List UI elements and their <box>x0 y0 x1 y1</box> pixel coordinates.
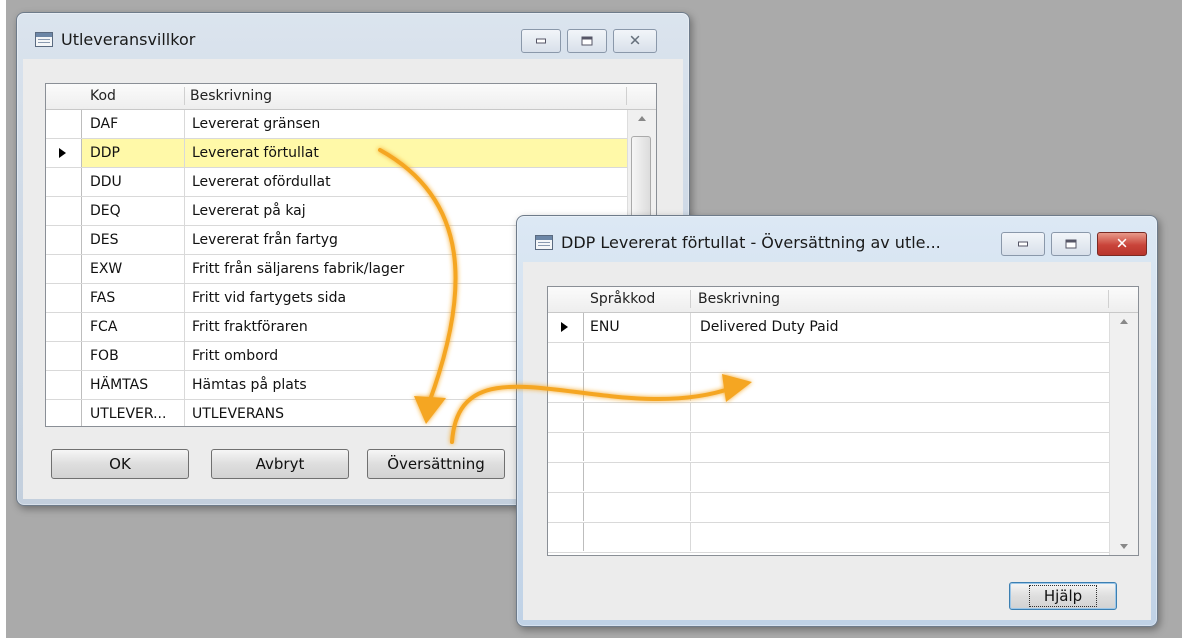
cell-code: DES <box>90 232 119 248</box>
column-header-description[interactable]: Beskrivning <box>698 291 780 307</box>
table-icon <box>535 235 553 250</box>
table-row[interactable] <box>548 403 1109 433</box>
table-row[interactable]: DDP Levererat förtullat <box>46 139 627 168</box>
ok-button[interactable]: OK <box>51 449 189 479</box>
vertical-scrollbar[interactable] <box>1109 313 1138 555</box>
table-icon <box>35 32 53 47</box>
cell-description: Fritt ombord <box>192 348 279 364</box>
window-title: Utleveransvillkor <box>61 30 196 49</box>
cell-code: DDP <box>90 145 121 161</box>
cell-code: UTLEVER... <box>90 406 167 422</box>
cell-code: FCA <box>90 319 118 335</box>
row-selector[interactable] <box>46 255 82 283</box>
cell-code: EXW <box>90 261 123 277</box>
cell-description: Levererat förtullat <box>192 145 319 161</box>
column-header-code[interactable]: Kod <box>90 88 116 104</box>
row-selector[interactable] <box>46 168 82 196</box>
close-icon: ✕ <box>628 31 642 50</box>
minimize-button[interactable] <box>521 29 561 53</box>
maximize-button[interactable] <box>1051 232 1091 256</box>
row-selector[interactable] <box>46 284 82 312</box>
cell-description: Fritt från säljarens fabrik/lager <box>192 261 405 277</box>
title-bar[interactable]: Utleveransvillkor ✕ <box>25 23 681 59</box>
row-selector[interactable] <box>46 400 82 426</box>
row-selector[interactable] <box>548 493 584 521</box>
title-bar[interactable]: DDP Levererat förtullat - Översättning a… <box>525 226 1149 262</box>
cell-description: Delivered Duty Paid <box>700 319 839 335</box>
row-selector[interactable] <box>548 523 584 551</box>
cell-code: DAF <box>90 116 119 132</box>
column-header-description[interactable]: Beskrivning <box>190 88 272 104</box>
minimize-icon <box>536 38 546 44</box>
cell-description: Hämtas på plats <box>192 377 307 393</box>
cell-description: UTLEVERANS <box>192 406 284 422</box>
table-row[interactable] <box>548 373 1109 403</box>
table-row[interactable]: DAF Levererat gränsen <box>46 110 627 139</box>
cell-description: Fritt fraktföraren <box>192 319 308 335</box>
minimize-icon <box>1018 241 1028 247</box>
row-selector[interactable] <box>46 197 82 225</box>
table-row[interactable] <box>548 523 1109 553</box>
row-selector[interactable] <box>548 463 584 491</box>
table-row[interactable] <box>548 493 1109 523</box>
maximize-button[interactable] <box>567 29 607 53</box>
minimize-button[interactable] <box>1001 232 1045 256</box>
row-pointer-icon <box>59 148 66 158</box>
translation-button[interactable]: Översättning <box>367 449 505 479</box>
translation-table: Språkkod Beskrivning ENU Delivered Duty P… <box>547 286 1139 556</box>
cell-code: DDU <box>90 174 122 190</box>
table-header: Språkkod Beskrivning <box>548 287 1138 313</box>
cell-description: Levererat från fartyg <box>192 232 338 248</box>
row-selector[interactable] <box>548 373 584 401</box>
maximize-icon <box>1065 239 1077 249</box>
cell-description: Levererat gränsen <box>192 116 321 132</box>
maximize-icon <box>581 36 593 46</box>
cell-code: FOB <box>90 348 119 364</box>
cancel-button[interactable]: Avbryt <box>211 449 349 479</box>
row-selector[interactable] <box>46 342 82 370</box>
cell-description: Levererat ofördullat <box>192 174 331 190</box>
table-row[interactable] <box>548 463 1109 493</box>
cell-language-code: ENU <box>590 319 620 335</box>
scroll-down-icon[interactable] <box>1120 544 1128 549</box>
row-selector[interactable] <box>548 343 584 371</box>
window-translation: DDP Levererat förtullat - Översättning a… <box>516 215 1158 627</box>
close-icon: ✕ <box>1115 234 1129 253</box>
table-row[interactable]: DDU Levererat ofördullat <box>46 168 627 197</box>
row-selector[interactable] <box>46 313 82 341</box>
scroll-up-icon[interactable] <box>638 116 646 121</box>
scroll-up-icon[interactable] <box>1120 319 1128 324</box>
cell-code: FAS <box>90 290 116 306</box>
help-button-label: Hjälp <box>1028 585 1098 607</box>
row-selector[interactable] <box>46 371 82 399</box>
table-header: Kod Beskrivning <box>46 84 656 110</box>
row-selector[interactable] <box>548 433 584 461</box>
row-pointer-icon <box>561 322 568 332</box>
cell-description: Levererat på kaj <box>192 203 306 219</box>
cell-code: HÄMTAS <box>90 377 149 393</box>
row-selector[interactable] <box>46 110 82 138</box>
window-client-area: Språkkod Beskrivning ENU Delivered Duty P… <box>523 262 1151 620</box>
table-row[interactable] <box>548 343 1109 373</box>
column-header-language-code[interactable]: Språkkod <box>590 291 655 307</box>
close-button[interactable]: ✕ <box>613 29 657 53</box>
help-button[interactable]: Hjälp <box>1009 582 1117 610</box>
cell-code: DEQ <box>90 203 121 219</box>
row-selector[interactable] <box>548 403 584 431</box>
cell-description: Fritt vid fartygets sida <box>192 290 347 306</box>
close-button[interactable]: ✕ <box>1097 232 1147 256</box>
row-selector[interactable] <box>46 226 82 254</box>
table-row[interactable]: ENU Delivered Duty Paid <box>548 313 1109 343</box>
window-title: DDP Levererat förtullat - Översättning a… <box>561 233 941 252</box>
table-row[interactable] <box>548 433 1109 463</box>
